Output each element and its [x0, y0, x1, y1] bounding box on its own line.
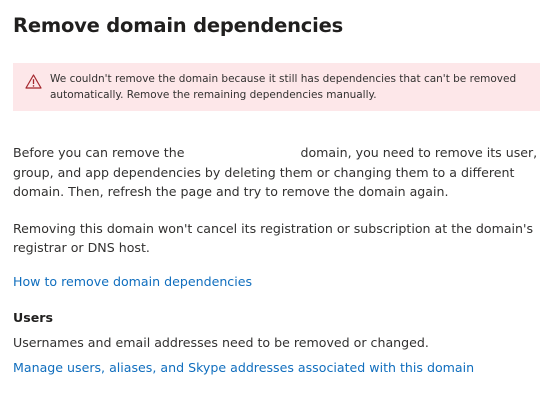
intro-paragraph: Before you can remove the domain, you nee… [13, 143, 542, 202]
page-title: Remove domain dependencies [13, 14, 344, 37]
remove-domain-panel: Remove domain dependencies We couldn't r… [0, 0, 555, 410]
users-section-heading: Users [13, 309, 53, 325]
users-section-description: Usernames and email addresses need to be… [13, 334, 429, 350]
error-message-text: We couldn't remove the domain because it… [50, 73, 517, 101]
warning-triangle-icon [25, 74, 42, 89]
registration-note: Removing this domain won't cancel its re… [13, 220, 534, 256]
intro-text-before-domain: Before you can remove the [13, 145, 185, 160]
how-to-remove-dependencies-link[interactable]: How to remove domain dependencies [13, 272, 252, 291]
error-message-bar: We couldn't remove the domain because it… [13, 63, 540, 111]
manage-users-link[interactable]: Manage users, aliases, and Skype address… [13, 358, 474, 377]
